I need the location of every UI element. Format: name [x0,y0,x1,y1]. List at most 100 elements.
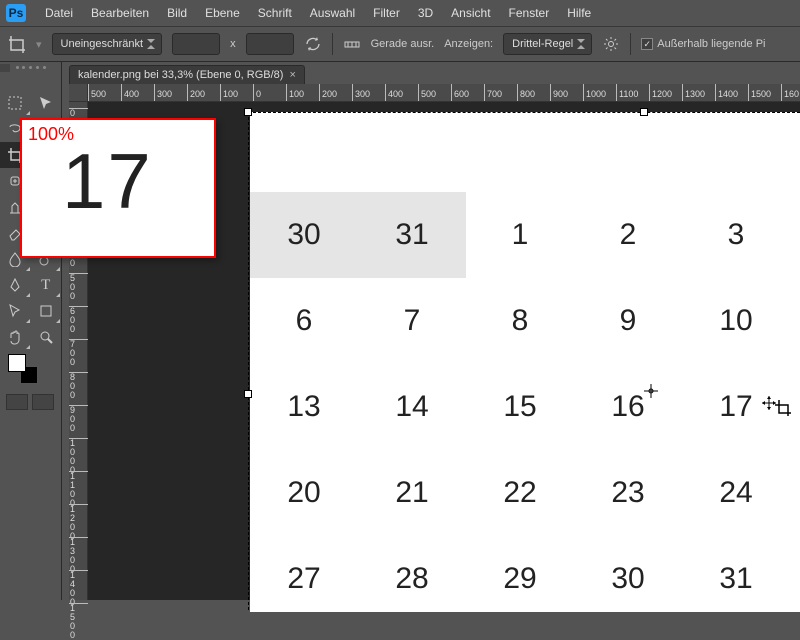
menu-bar: Ps Datei Bearbeiten Bild Ebene Schrift A… [0,0,800,26]
ruler-v-tick: 1100 [69,471,88,508]
menu-help[interactable]: Hilfe [558,2,600,24]
calendar-cell: 16 [574,364,682,450]
menu-type[interactable]: Schrift [249,2,301,24]
menu-filter[interactable]: Filter [364,2,409,24]
tool-zoom[interactable] [31,324,62,350]
ruler-h-tick: 1300 [682,84,705,102]
calendar-cell: 22 [466,450,574,536]
ruler-v-tick: 500 [69,273,88,301]
ruler-h-tick: 300 [154,84,172,102]
collapsed-panel-strip[interactable] [0,64,10,72]
menu-image[interactable]: Bild [158,2,196,24]
crop-handle-tl[interactable] [244,108,252,116]
aspect-ratio-label: Uneingeschränkt [61,38,144,50]
ruler-h-tick: 0 [253,84,261,102]
calendar-cell: 30 [574,536,682,622]
document-tab[interactable]: kalender.png bei 33,3% (Ebene 0, RGB/8) … [69,65,305,84]
ruler-v-tick: 1000 [69,438,88,475]
calendar-cell: 2 [574,192,682,278]
foreground-swatch[interactable] [8,354,26,372]
ruler-origin[interactable] [69,84,88,102]
crop-tool-icon[interactable] [8,35,26,53]
app-logo: Ps [6,4,26,22]
quickmask-button[interactable] [6,394,28,410]
crop-cursor-icon [775,400,791,416]
ruler-h-tick: 160 [781,84,799,102]
ruler-v-tick: 800 [69,372,88,400]
ruler-v-tick: 0 [69,108,88,118]
view-overlay-dropdown[interactable]: Drittel-Regel [503,33,592,55]
aspect-ratio-dropdown[interactable]: Uneingeschränkt [52,33,163,55]
calendar-cell: 31 [358,192,466,278]
calendar-cell: 23 [574,450,682,536]
ruler-h-tick: 100 [220,84,238,102]
crop-height-field[interactable] [246,33,294,55]
navigator-preview[interactable]: 100% 17 [20,118,216,258]
tool-type[interactable]: T [31,272,62,298]
crop-handle-tc[interactable] [640,108,648,116]
tool-path-select[interactable] [0,298,31,324]
ruler-v-tick: 600 [69,306,88,334]
close-tab-icon[interactable]: × [289,69,295,81]
calendar-cell: 3 [682,192,790,278]
calendar-cell: 20 [250,450,358,536]
straighten-label[interactable]: Gerade ausr. [371,38,435,50]
calendar-cell: 10 [682,278,790,364]
calendar-cell: 14 [358,364,466,450]
document-tab-bar: kalender.png bei 33,3% (Ebene 0, RGB/8) … [69,62,800,84]
ruler-h-tick: 700 [484,84,502,102]
straighten-icon[interactable] [343,35,361,53]
view-overlay-value: Drittel-Regel [512,38,573,50]
tool-rect-marquee[interactable] [0,90,31,116]
center-point-icon [644,384,658,398]
move-cursor-icon [762,396,776,410]
ruler-v-tick: 1500 [69,603,88,640]
menu-view[interactable]: Ansicht [442,2,499,24]
menu-edit[interactable]: Bearbeiten [82,2,158,24]
screenmode-button[interactable] [32,394,54,410]
calendar-grid: 3031123678910131415161720212223242728293… [250,192,800,622]
delete-cropped-checkbox[interactable]: ✓Außerhalb liegende Pi [641,38,765,50]
menu-select[interactable]: Auswahl [301,2,364,24]
crop-width-field[interactable] [172,33,220,55]
menu-layer[interactable]: Ebene [196,2,249,24]
ruler-v-tick: 1200 [69,504,88,541]
calendar-cell: 28 [358,536,466,622]
ruler-v-tick: 900 [69,405,88,433]
options-bar: ▾ Uneingeschränkt x Gerade ausr. Anzeige… [0,26,800,62]
color-swatches[interactable] [0,350,61,390]
ruler-h-tick: 400 [121,84,139,102]
calendar-cell: 31 [682,536,790,622]
panel-grip[interactable] [16,66,46,70]
calendar-cell: 29 [466,536,574,622]
ruler-h-tick: 500 [418,84,436,102]
ratio-separator: x [230,38,236,50]
ruler-v-tick: 700 [69,339,88,367]
menu-3d[interactable]: 3D [409,2,442,24]
crop-handle-ml[interactable] [244,390,252,398]
tool-shape[interactable] [31,298,62,324]
crop-edge-top[interactable] [248,112,800,114]
calendar-cell: 7 [358,278,466,364]
calendar-cell: 30 [250,192,358,278]
tool-hand[interactable] [0,324,31,350]
crop-options-gear-icon[interactable] [602,35,620,53]
calendar-cell: 15 [466,364,574,450]
calendar-cell: 6 [250,278,358,364]
view-overlay-label: Anzeigen: [444,38,493,50]
tool-move[interactable] [31,90,62,116]
menu-file[interactable]: Datei [36,2,82,24]
ruler-h-tick: 1500 [748,84,771,102]
document-canvas[interactable]: 3031123678910131415161720212223242728293… [250,112,800,612]
calendar-cell: 24 [682,450,790,536]
ruler-h-tick: 400 [385,84,403,102]
tool-pen[interactable] [0,272,31,298]
ruler-h-tick: 600 [451,84,469,102]
crop-edge-left[interactable] [248,112,250,610]
menu-window[interactable]: Fenster [500,2,559,24]
swap-dimensions-icon[interactable] [304,35,322,53]
screen-mode-buttons [0,390,61,414]
calendar-cell: 8 [466,278,574,364]
calendar-cell: 21 [358,450,466,536]
ruler-horizontal[interactable]: 5004003002001000100200300400500600700800… [88,84,800,102]
